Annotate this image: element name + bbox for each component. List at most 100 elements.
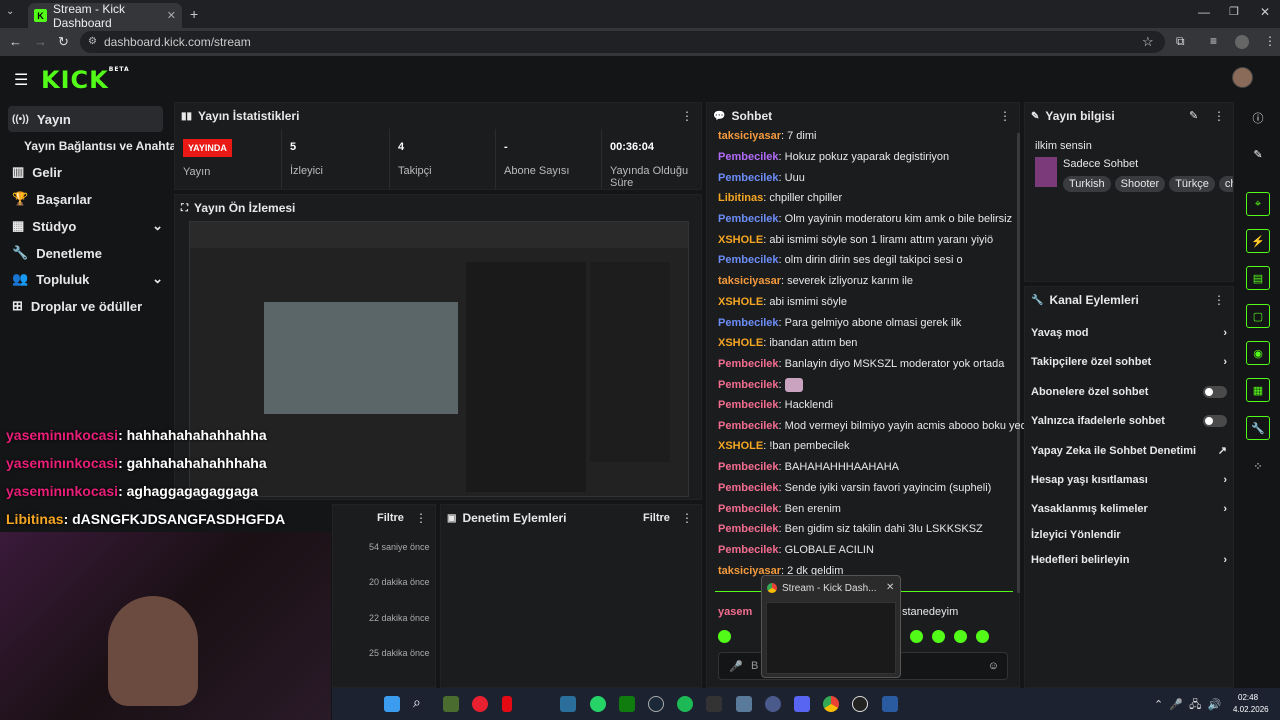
lightning-icon[interactable]: ⚡: [1246, 229, 1270, 253]
system-tray[interactable]: ⌃ 🎤 🖧 🔊: [1154, 696, 1221, 715]
sidebar-item-studyo[interactable]: ▦ Stüdyo ⌄: [8, 214, 163, 238]
action-raid[interactable]: İzleyici Yönlendir: [1031, 529, 1227, 541]
netflix-icon[interactable]: [502, 696, 512, 712]
action-emotes-only[interactable]: Yalnızca ifadelerle sohbet: [1031, 415, 1227, 427]
emote-icon[interactable]: [932, 630, 945, 643]
sidebar-item-gelir[interactable]: ▥ Gelir: [8, 160, 163, 184]
focus-icon[interactable]: ⌖: [1246, 192, 1270, 216]
taskbar-thumbnail-popup[interactable]: Stream - Kick Dash... ✕: [761, 575, 901, 678]
back-icon[interactable]: ←: [9, 34, 22, 49]
action-goals[interactable]: Hedefleri belirleyin ›: [1031, 554, 1227, 566]
chat-username[interactable]: taksiciyasar: [718, 275, 781, 287]
chat-bubble-icon[interactable]: ▢: [1246, 304, 1270, 328]
app-icon[interactable]: [736, 696, 752, 712]
whatsapp-icon[interactable]: [590, 696, 606, 712]
tab-list-icon[interactable]: ⌄: [6, 6, 14, 17]
tag[interactable]: Turkish: [1063, 176, 1111, 192]
action-banned-words[interactable]: Yasaklanmış kelimeler ›: [1031, 503, 1227, 515]
close-window-icon[interactable]: ✕: [1260, 5, 1270, 19]
epic-games-icon[interactable]: [706, 696, 722, 712]
info-icon[interactable]: ⓘ: [1246, 106, 1270, 130]
chat-username[interactable]: Pembecilek: [718, 254, 779, 266]
more-options-icon[interactable]: ⋮: [681, 109, 693, 123]
windows-start-icon[interactable]: [384, 696, 400, 712]
chat-username[interactable]: Pembecilek: [718, 399, 779, 411]
url-field[interactable]: dashboard.kick.com/stream: [80, 31, 1165, 53]
sidebar-item-stream-key[interactable]: Yayın Bağlantısı ve Anahtarı: [20, 134, 184, 158]
action-account-age[interactable]: Hesap yaşı kısıtlaması ›: [1031, 474, 1227, 486]
chat-username[interactable]: Pembecilek: [718, 523, 779, 535]
steam-icon[interactable]: [648, 696, 664, 712]
more-options-icon[interactable]: ⋮: [1213, 293, 1225, 307]
app-icon[interactable]: [765, 696, 781, 712]
browser-menu-icon[interactable]: ⋮: [1264, 34, 1276, 48]
forward-icon[interactable]: →: [34, 34, 47, 49]
chat-username[interactable]: XSHOLE: [718, 337, 763, 349]
chat-username[interactable]: Pembecilek: [718, 461, 779, 473]
chat-username[interactable]: Pembecilek: [718, 213, 779, 225]
extensions-icon[interactable]: ⧉: [1176, 34, 1185, 49]
pencil-icon[interactable]: ✎: [1246, 142, 1270, 166]
close-thumbnail-icon[interactable]: ✕: [886, 582, 894, 593]
emoji-icon[interactable]: ☺: [988, 660, 999, 672]
bookmark-star-icon[interactable]: ☆: [1142, 34, 1154, 50]
emote-icon[interactable]: [910, 630, 923, 643]
app-icon[interactable]: [852, 696, 868, 712]
chat-username[interactable]: Pembecilek: [718, 503, 779, 515]
action-ai-moderation[interactable]: Yapay Zeka ile Sohbet Denetimi ↗: [1031, 444, 1227, 458]
close-tab-icon[interactable]: ✕: [167, 9, 176, 22]
minimize-icon[interactable]: —: [1198, 5, 1210, 19]
sidebar-item-basarilar[interactable]: 🏆 Başarılar: [8, 187, 163, 211]
broadcast-icon[interactable]: ◉: [1246, 341, 1270, 365]
chat-username[interactable]: Pembecilek: [718, 317, 779, 329]
tag[interactable]: Shooter: [1114, 176, 1166, 192]
browser-tab[interactable]: K Stream - Kick Dashboard ✕: [28, 2, 182, 30]
document-icon[interactable]: ▤: [1246, 266, 1270, 290]
chat-username[interactable]: Pembecilek: [718, 151, 779, 163]
sidebar-item-denetleme[interactable]: 🔧 Denetleme: [8, 241, 163, 265]
chat-scrollbar[interactable]: [1017, 133, 1020, 593]
emote-icon[interactable]: [976, 630, 989, 643]
chat-username[interactable]: Pembecilek: [718, 482, 779, 494]
media-icon[interactable]: ≡: [1210, 34, 1217, 48]
more-options-icon[interactable]: ⋮: [999, 109, 1011, 123]
sidebar-item-droplar[interactable]: ⊞ Droplar ve ödüller: [8, 294, 163, 318]
sidebar-item-yayin[interactable]: ((•)) Yayın: [8, 106, 163, 132]
chat-username[interactable]: XSHOLE: [718, 234, 763, 246]
chat-username[interactable]: XSHOLE: [718, 440, 763, 452]
moderation-filter[interactable]: Filtre: [643, 512, 670, 524]
tag[interactable]: ch: [1218, 176, 1233, 192]
xbox-icon[interactable]: [619, 696, 635, 712]
chrome-icon[interactable]: [823, 696, 839, 712]
app-icon[interactable]: [443, 696, 459, 712]
chat-username[interactable]: XSHOLE: [718, 296, 763, 308]
action-followers-only[interactable]: Takipçilere özel sohbet ›: [1031, 356, 1227, 368]
clock-time[interactable]: 02:48: [1238, 693, 1258, 702]
profile-icon[interactable]: [1235, 35, 1249, 49]
restore-icon[interactable]: ❐: [1229, 5, 1239, 18]
chat-username[interactable]: Pembecilek: [718, 379, 779, 391]
site-info-icon[interactable]: ⚙: [88, 36, 97, 47]
discord-icon[interactable]: [794, 696, 810, 712]
emotes-only-toggle[interactable]: [1203, 415, 1227, 427]
subscribers-only-toggle[interactable]: [1203, 386, 1227, 398]
more-options-icon[interactable]: ⋮: [415, 511, 427, 525]
emote-icon[interactable]: [954, 630, 967, 643]
action-slow-mode[interactable]: Yavaş mod ›: [1031, 327, 1227, 339]
action-subscribers-only[interactable]: Abonelere özel sohbet: [1031, 386, 1227, 398]
user-avatar[interactable]: [1232, 67, 1253, 88]
chat-username[interactable]: Pembecilek: [718, 544, 779, 556]
chat-username[interactable]: Pembecilek: [718, 358, 779, 370]
apps-icon[interactable]: ⁘: [1246, 454, 1270, 478]
layout-icon[interactable]: ▦: [1246, 378, 1270, 402]
kick-logo[interactable]: KICKBETA: [41, 66, 130, 94]
edit-icon[interactable]: ✎: [1189, 109, 1198, 122]
reload-icon[interactable]: ↻: [58, 34, 69, 50]
chat-username[interactable]: Pembecilek: [718, 172, 779, 184]
microphone-icon[interactable]: 🎤: [729, 660, 743, 673]
search-icon[interactable]: ⌕: [413, 694, 429, 710]
hamburger-menu-icon[interactable]: ☰: [14, 70, 28, 90]
app-icon[interactable]: [882, 696, 898, 712]
chat-username[interactable]: Pembecilek: [718, 420, 779, 432]
chat-username[interactable]: taksiciyasar: [718, 130, 781, 142]
